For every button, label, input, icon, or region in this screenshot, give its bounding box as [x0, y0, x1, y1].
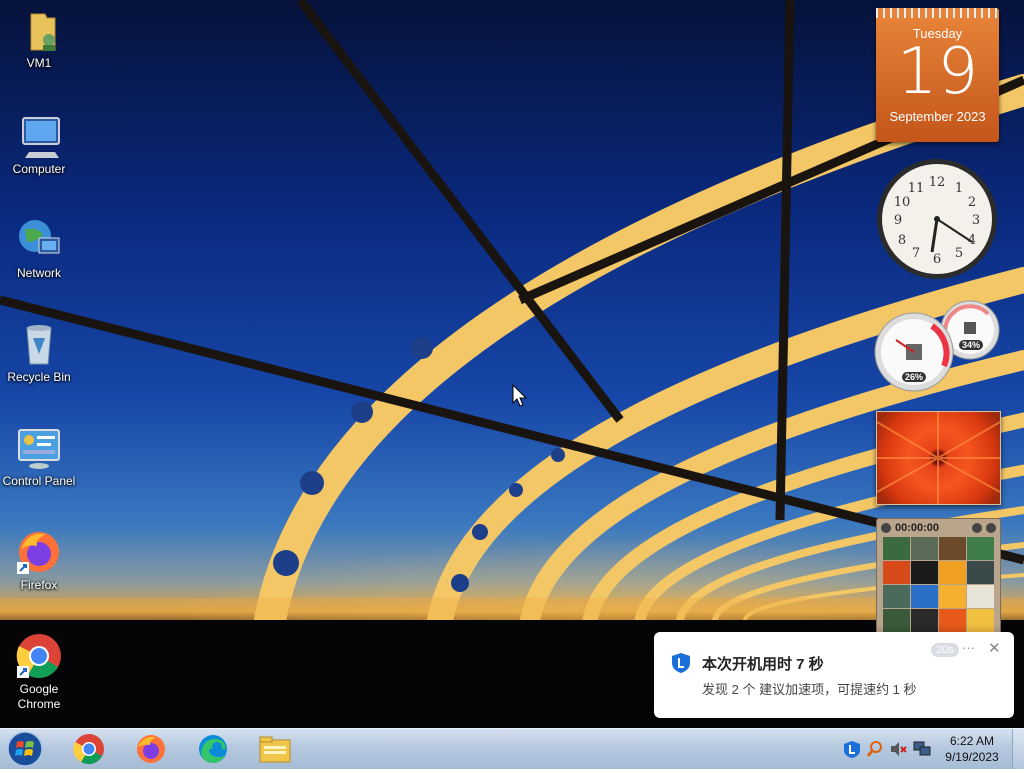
security-app-tray-icon[interactable]	[843, 740, 861, 758]
calendar-month: September 2023	[889, 109, 986, 124]
taskbar-file-explorer-button[interactable]	[250, 731, 300, 767]
volume-muted-icon[interactable]	[889, 740, 907, 758]
puzzle-tile[interactable]	[911, 537, 938, 560]
desktop-icon-label: Network	[16, 266, 61, 280]
wallpaper	[0, 0, 1024, 728]
close-button[interactable]: ✕	[988, 639, 1001, 657]
calendar-rings	[876, 8, 999, 18]
puzzle-tile[interactable]	[883, 609, 910, 632]
clock-numeral: 9	[894, 213, 902, 228]
desktop[interactable]: VM1 Computer Network Recycle Bin Control…	[0, 0, 1024, 728]
puzzle-tile[interactable]	[883, 561, 910, 584]
picture-puzzle-gadget[interactable]: 00:00:00	[876, 518, 1001, 635]
notification-message: 发现 2 个 建议加速项，可提速约 1 秒	[702, 682, 917, 697]
puzzle-tile[interactable]	[883, 585, 910, 608]
clock-gadget[interactable]: 12 1 2 3 4 5 6 7 8 9 10 11	[876, 158, 999, 281]
puzzle-timer: 00:00:00	[895, 522, 940, 534]
puzzle-tile[interactable]	[967, 585, 994, 608]
edge-icon	[199, 735, 227, 763]
firefox-icon	[15, 528, 63, 576]
start-button[interactable]	[4, 730, 46, 768]
windows-logo-icon	[7, 731, 43, 767]
user-folder-icon	[15, 6, 63, 54]
taskbar-time: 6:22 AM	[949, 734, 995, 748]
puzzle-tile[interactable]	[967, 609, 994, 632]
more-options-button[interactable]: ···	[962, 640, 975, 655]
chrome-icon	[73, 734, 104, 765]
desktop-icon-label: Google Chrome	[17, 682, 61, 711]
puzzle-help-icon[interactable]	[972, 523, 982, 533]
puzzle-tile[interactable]	[883, 537, 910, 560]
taskbar: 6:22 AM 9/19/2023	[0, 728, 1024, 769]
puzzle-back-icon[interactable]	[881, 523, 891, 533]
puzzle-tile[interactable]	[911, 585, 938, 608]
puzzle-tile[interactable]	[911, 609, 938, 632]
network-tray-icon[interactable]	[913, 740, 931, 758]
chrome-icon	[15, 632, 63, 680]
puzzle-tile[interactable]	[939, 585, 966, 608]
notification-countdown: 20s	[931, 643, 959, 657]
clock-numeral: 11	[908, 181, 925, 196]
taskbar-firefox-button[interactable]	[126, 731, 176, 767]
desktop-icon-label: Firefox	[20, 578, 58, 592]
clock-numeral: 5	[955, 246, 963, 261]
shield-icon	[672, 653, 690, 673]
desktop-icon-network[interactable]: Network	[0, 216, 78, 281]
notification-title: 本次开机用时 7 秒	[702, 656, 824, 673]
slideshow-gadget[interactable]	[876, 411, 1001, 505]
clock-numeral: 12	[929, 175, 946, 190]
puzzle-toolbar: 00:00:00	[877, 519, 1000, 537]
folder-icon	[259, 736, 291, 763]
desktop-icon-recycle-bin[interactable]: Recycle Bin	[0, 320, 78, 385]
puzzle-tile[interactable]	[939, 609, 966, 632]
clock-numeral: 7	[912, 246, 920, 261]
clock-face: 12 1 2 3 4 5 6 7 8 9 10 11	[877, 159, 997, 279]
taskbar-chrome-button[interactable]	[64, 731, 114, 767]
desktop-icon-google-chrome[interactable]: Google Chrome	[0, 632, 78, 712]
firefox-icon	[137, 735, 165, 763]
desktop-icon-vm1[interactable]: VM1	[0, 6, 78, 71]
taskbar-clock[interactable]: 6:22 AM 9/19/2023	[935, 733, 1009, 765]
clock-numeral: 3	[972, 213, 980, 228]
calendar-gadget[interactable]: Tuesday 19 September 2023	[876, 8, 999, 142]
desktop-icon-control-panel[interactable]: Control Panel	[0, 424, 78, 489]
boot-time-notification[interactable]: 本次开机用时 7 秒 发现 2 个 建议加速项，可提速约 1 秒 20s ···…	[654, 632, 1014, 718]
desktop-icon-label: Recycle Bin	[7, 370, 71, 384]
puzzle-grid[interactable]	[883, 537, 994, 632]
clock-numeral: 8	[898, 233, 906, 248]
desktop-icon-firefox[interactable]: Firefox	[0, 528, 78, 593]
puzzle-tile[interactable]	[967, 537, 994, 560]
desktop-icon-computer[interactable]: Computer	[0, 112, 78, 177]
puzzle-tile[interactable]	[939, 561, 966, 584]
recycle-bin-icon	[15, 320, 63, 368]
puzzle-tile[interactable]	[939, 537, 966, 560]
clock-numeral: 1	[955, 181, 963, 196]
show-desktop-button[interactable]	[1012, 729, 1024, 769]
clock-numeral: 6	[933, 252, 941, 267]
network-icon	[15, 216, 63, 264]
taskbar-edge-button[interactable]	[188, 731, 238, 767]
desktop-icon-label: Control Panel	[2, 474, 76, 488]
clock-numeral: 2	[968, 195, 976, 210]
desktop-icon-label: VM1	[26, 56, 52, 70]
desktop-icon-label: Computer	[12, 162, 66, 176]
computer-icon	[15, 112, 63, 160]
control-panel-icon	[15, 424, 63, 472]
search-tray-icon[interactable]	[866, 740, 884, 758]
puzzle-shuffle-icon[interactable]	[986, 523, 996, 533]
mouse-cursor	[512, 384, 528, 407]
puzzle-tile[interactable]	[911, 561, 938, 584]
cpu-usage-label: 26%	[902, 372, 927, 382]
taskbar-date: 9/19/2023	[945, 750, 999, 764]
memory-usage-label: 34%	[959, 340, 984, 350]
cpu-meter-gadget[interactable]: 26% 34%	[874, 300, 1000, 392]
slideshow-photo	[877, 412, 1000, 504]
calendar-date: 19	[896, 35, 979, 109]
clock-numeral: 10	[894, 195, 911, 210]
puzzle-tile[interactable]	[967, 561, 994, 584]
